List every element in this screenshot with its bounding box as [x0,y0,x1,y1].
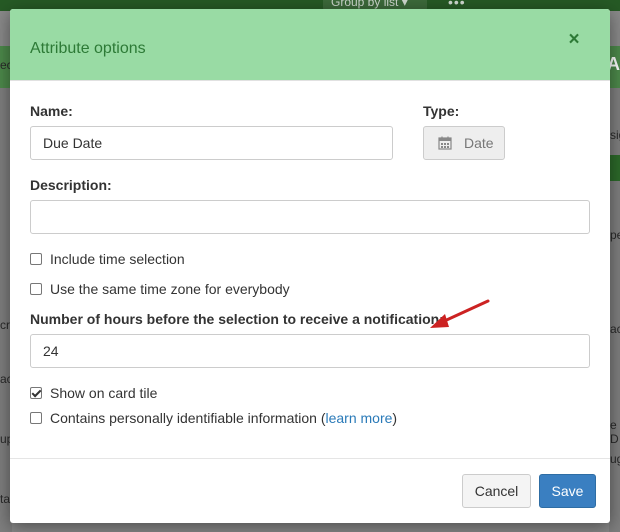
same-timezone-checkbox[interactable] [30,283,42,295]
include-time-label: Include time selection [50,251,185,267]
bg-fragment: cr [0,318,10,332]
attribute-options-dialog: Attribute options × Name: Type: Date Des… [10,9,610,523]
show-on-card-option[interactable]: Show on card tile [30,384,157,402]
bg-fragment: ug [610,452,620,466]
close-icon[interactable]: × [565,30,583,49]
name-input[interactable] [30,126,393,160]
show-on-card-checkbox[interactable] [30,387,42,399]
pii-checkbox[interactable] [30,412,42,424]
description-textarea[interactable] [30,200,590,234]
background-right-button [609,155,620,181]
bg-fragment: ta [0,492,11,506]
type-label: Type: [423,103,460,119]
pii-label: Contains personally identifiable informa… [50,410,397,426]
type-value: Date [464,135,494,151]
annotation-arrow-icon [430,299,490,328]
bg-fragment: e D [610,418,619,446]
same-timezone-option[interactable]: Use the same time zone for everybody [30,280,290,298]
pii-label-suffix: ) [392,410,398,426]
include-time-option[interactable]: Include time selection [30,250,185,268]
calendar-icon [438,136,452,150]
pii-label-text: Contains personally identifiable informa… [50,410,326,426]
include-time-checkbox[interactable] [30,253,42,265]
name-label: Name: [30,103,73,119]
bg-fragment: pe [610,228,620,242]
dialog-header: Attribute options × [10,9,610,81]
show-on-card-label: Show on card tile [50,385,158,401]
bg-fragment: sig [610,128,620,142]
pii-option[interactable]: Contains personally identifiable informa… [30,409,397,427]
type-field: Date [423,126,505,160]
same-timezone-label: Use the same time zone for everybody [50,281,290,297]
description-label: Description: [30,177,112,193]
cancel-button[interactable]: Cancel [462,474,531,508]
save-button[interactable]: Save [539,474,596,508]
learn-more-link[interactable]: learn more [325,410,392,426]
bg-fragment: ac [610,322,620,336]
notification-hours-input[interactable] [30,334,590,368]
notification-hours-label: Number of hours before the selection to … [30,311,444,327]
footer-divider [10,458,610,459]
dialog-title: Attribute options [30,40,146,57]
